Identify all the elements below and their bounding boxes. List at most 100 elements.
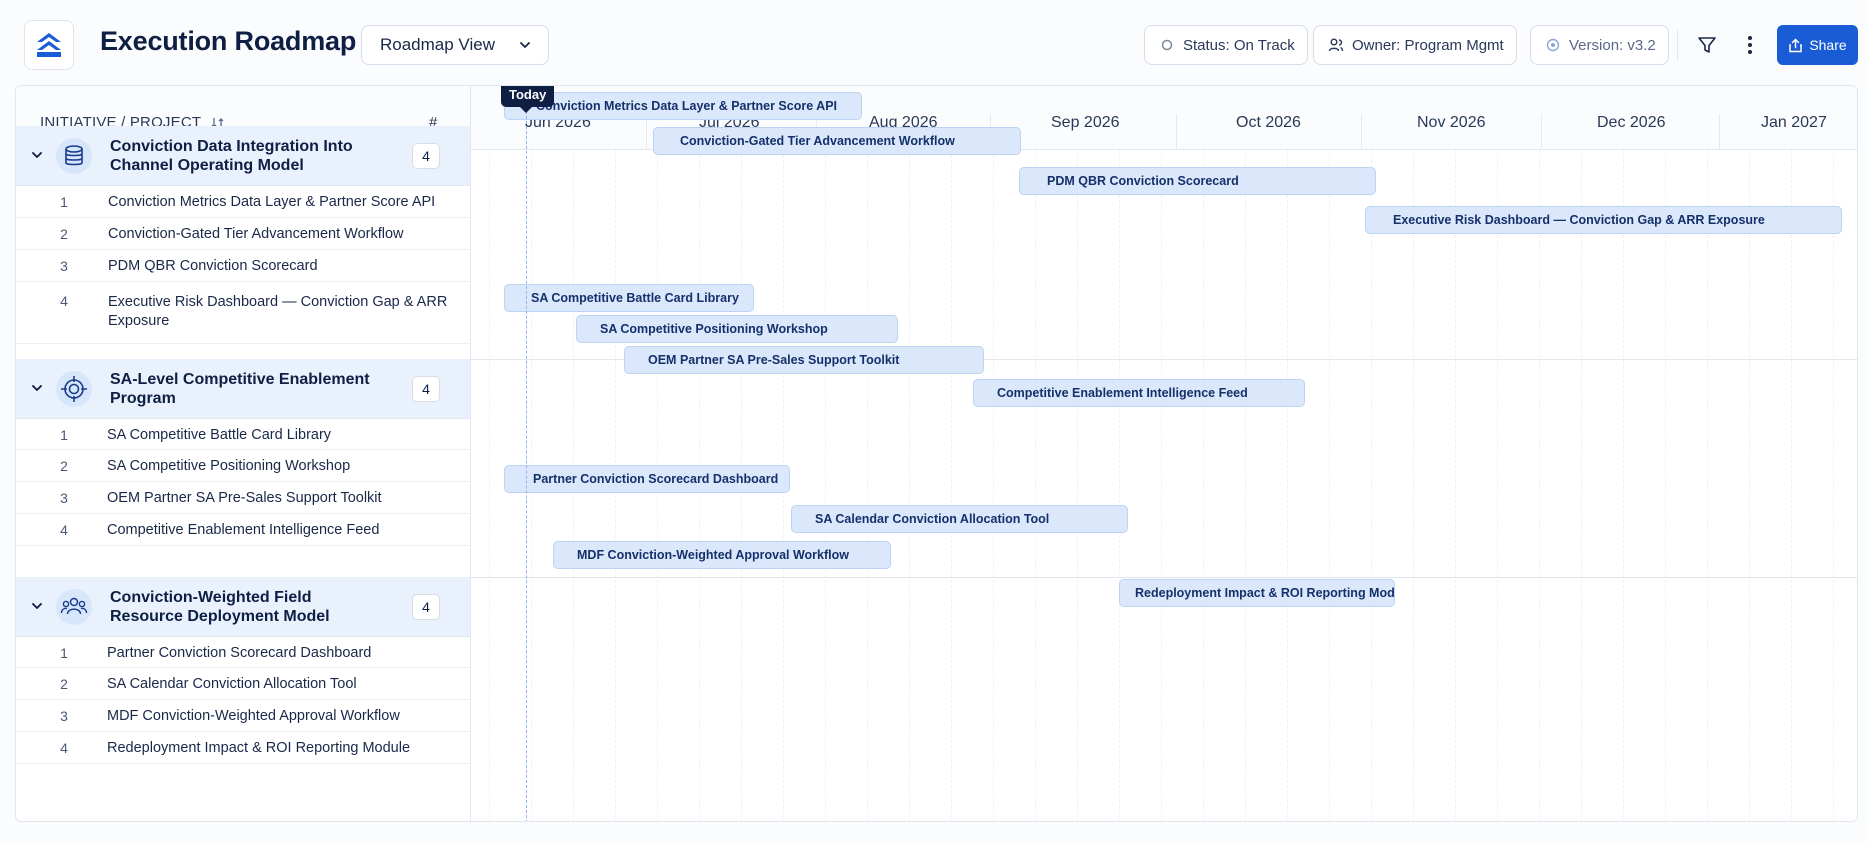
gantt-bar[interactable]: SA Competitive Battle Card Library <box>504 284 754 312</box>
version-text: Version: v3.2 <box>1569 36 1656 54</box>
gantt-bar[interactable]: Competitive Enablement Intelligence Feed <box>973 379 1305 407</box>
month-label: Dec 2026 <box>1597 114 1666 131</box>
gantt-bar-label: Conviction Metrics Data Layer & Partner … <box>536 99 838 113</box>
project-number: 2 <box>60 676 68 692</box>
project-row[interactable]: 1 SA Competitive Battle Card Library <box>16 419 470 450</box>
project-row[interactable]: 1 Conviction Metrics Data Layer & Partner… <box>16 186 470 218</box>
grid-line <box>1413 150 1414 821</box>
project-row[interactable]: 3 MDF Conviction-Weighted Approval Workfl… <box>16 700 470 732</box>
page-title: Execution Roadmap <box>100 26 357 56</box>
project-label: Executive Risk Dashboard — Conviction Ga… <box>108 294 448 329</box>
grid-line <box>825 150 826 821</box>
initiative-group-row[interactable]: Conviction Data Integration Into Channel… <box>16 126 470 186</box>
view-select-value: Roadmap View <box>380 35 495 54</box>
project-count-badge: 4 <box>412 143 440 169</box>
gantt-bar[interactable]: Executive Risk Dashboard — Conviction Ga… <box>1365 206 1842 234</box>
grid-line <box>1581 150 1582 821</box>
initiative-title: SA-Level Competitive Enablement Program <box>110 371 370 407</box>
month-divider <box>1541 114 1542 150</box>
chevron-down-icon[interactable] <box>30 381 44 400</box>
project-number: 1 <box>60 645 68 661</box>
toolbar-divider <box>1677 30 1678 60</box>
project-row[interactable]: 2 Conviction-Gated Tier Advancement Workf… <box>16 218 470 250</box>
status-pill[interactable]: Status: On Track <box>1144 25 1308 65</box>
grid-line <box>1833 150 1834 821</box>
project-row[interactable]: 3 PDM QBR Conviction Scorecard <box>16 250 470 282</box>
grid-line <box>1749 150 1750 821</box>
month-label: Sep 2026 <box>1051 114 1120 131</box>
view-select[interactable]: Roadmap View <box>361 25 549 65</box>
grid-line <box>1161 150 1162 821</box>
project-row[interactable]: 1 Partner Conviction Scorecard Dashboard <box>16 637 470 668</box>
filter-button[interactable] <box>1690 28 1724 62</box>
owner-text: Owner: Program Mgmt <box>1352 36 1504 54</box>
owner-pill[interactable]: Owner: Program Mgmt <box>1313 25 1517 65</box>
initiative-group-row[interactable]: SA-Level Competitive Enablement Program 4 <box>16 359 470 419</box>
project-label: Conviction-Gated Tier Advancement Workfl… <box>108 226 404 242</box>
gantt-bar[interactable]: MDF Conviction-Weighted Approval Workflo… <box>553 541 891 569</box>
initiative-group-row[interactable]: Conviction-Weighted Field Resource Deplo… <box>16 577 470 637</box>
more-options-button[interactable] <box>1733 28 1767 62</box>
logo-icon <box>37 33 61 57</box>
gantt-bar[interactable]: SA Competitive Positioning Workshop <box>576 315 898 343</box>
share-button[interactable]: Share <box>1777 25 1858 65</box>
gantt-bar[interactable]: SA Calendar Conviction Allocation Tool <box>791 505 1128 533</box>
gantt-bar-label: SA Competitive Positioning Workshop <box>600 322 828 336</box>
grid-line <box>1707 150 1708 821</box>
version-pill[interactable]: Version: v3.2 <box>1530 25 1669 65</box>
grid-line <box>1035 150 1036 821</box>
grid-line <box>993 150 994 821</box>
gantt-bar-label: Conviction-Gated Tier Advancement Workfl… <box>680 134 955 148</box>
project-number: 4 <box>60 522 68 538</box>
status-circle-icon <box>1159 37 1175 53</box>
grid-line <box>867 150 868 821</box>
project-row[interactable]: 4 Redeployment Impact & ROI Reporting Mod… <box>16 732 470 764</box>
grid-line <box>489 150 490 821</box>
grid-line <box>1119 150 1120 821</box>
database-icon <box>56 138 92 174</box>
project-label: OEM Partner SA Pre-Sales Support Toolkit <box>107 490 382 506</box>
chevron-down-icon[interactable] <box>30 599 44 618</box>
project-number: 4 <box>60 293 68 309</box>
gantt-bar[interactable]: Conviction-Gated Tier Advancement Workfl… <box>653 127 1021 155</box>
gantt-bar[interactable]: Partner Conviction Scorecard Dashboard <box>504 465 790 493</box>
gantt-bar[interactable]: Redeployment Impact & ROI Reporting Modu <box>1119 579 1395 607</box>
project-number: 2 <box>60 226 68 242</box>
more-vertical-icon <box>1748 36 1752 54</box>
month-label: Oct 2026 <box>1236 114 1301 131</box>
project-row[interactable]: 3 OEM Partner SA Pre-Sales Support Toolki… <box>16 482 470 514</box>
version-icon <box>1545 37 1561 53</box>
grid-line <box>1791 150 1792 821</box>
filter-icon <box>1698 37 1716 53</box>
grid-line <box>1665 150 1666 821</box>
gantt-bar-label: MDF Conviction-Weighted Approval Workflo… <box>577 548 849 562</box>
project-number: 2 <box>60 458 68 474</box>
grid-line <box>1623 150 1624 821</box>
gantt-bar-label: Competitive Enablement Intelligence Feed <box>997 386 1248 400</box>
status-text: Status: On Track <box>1183 36 1295 54</box>
month-divider <box>1719 114 1720 150</box>
grid-line <box>1455 150 1456 821</box>
project-label: Partner Conviction Scorecard Dashboard <box>107 645 372 661</box>
user-icon <box>1328 37 1344 53</box>
gantt-bar[interactable]: OEM Partner SA Pre-Sales Support Toolkit <box>624 346 984 374</box>
people-icon <box>56 589 92 625</box>
grid-line <box>1539 150 1540 821</box>
project-row[interactable]: 4 Executive Risk Dashboard — Conviction G… <box>16 282 470 344</box>
gantt-bar-label: PDM QBR Conviction Scorecard <box>1047 174 1239 188</box>
gantt-bar-label: OEM Partner SA Pre-Sales Support Toolkit <box>648 353 900 367</box>
project-number: 4 <box>60 740 68 756</box>
gantt-bar[interactable]: PDM QBR Conviction Scorecard <box>1019 167 1376 195</box>
project-row[interactable]: 2 SA Competitive Positioning Workshop <box>16 450 470 482</box>
gantt-bar[interactable]: Conviction Metrics Data Layer & Partner … <box>504 92 862 120</box>
gantt-bar-label: SA Calendar Conviction Allocation Tool <box>815 512 1050 526</box>
project-row[interactable]: 2 SA Calendar Conviction Allocation Tool <box>16 668 470 700</box>
grid-line <box>1287 150 1288 821</box>
chevron-down-icon[interactable] <box>30 148 44 167</box>
project-number: 3 <box>60 258 68 274</box>
share-icon <box>1789 38 1803 52</box>
share-label: Share <box>1809 37 1847 53</box>
app-logo[interactable] <box>24 20 74 70</box>
grid-line <box>1077 150 1078 821</box>
project-row[interactable]: 4 Competitive Enablement Intelligence Fee… <box>16 514 470 546</box>
